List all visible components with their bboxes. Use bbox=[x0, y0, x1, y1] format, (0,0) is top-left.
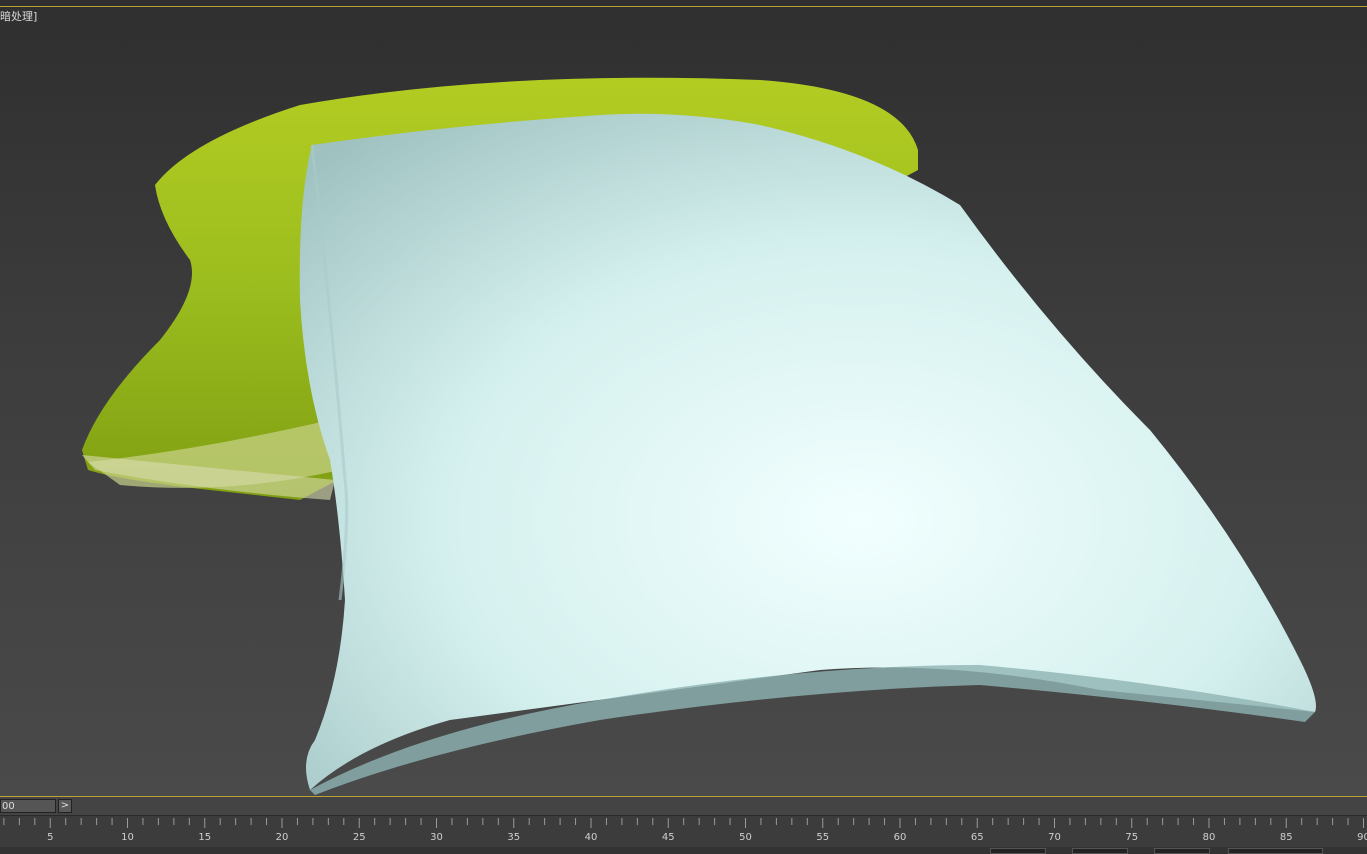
timeline-tick-label: 15 bbox=[198, 832, 211, 843]
viewport-label-bracket: ] bbox=[33, 10, 38, 23]
status-field-2[interactable] bbox=[1072, 848, 1128, 854]
timeline-tick-label: 85 bbox=[1280, 832, 1293, 843]
viewport-label[interactable]: 暗处理] bbox=[0, 8, 37, 24]
timeline-tick-label: 70 bbox=[1048, 832, 1061, 843]
time-slider-bar[interactable] bbox=[0, 797, 1367, 815]
timeline-tick-label: 75 bbox=[1125, 832, 1138, 843]
timeline-tick-label: 80 bbox=[1203, 832, 1216, 843]
status-field-3[interactable] bbox=[1154, 848, 1210, 854]
scene-render bbox=[82, 77, 1316, 795]
white-pillow bbox=[299, 113, 1316, 795]
timeline-tick-label: 45 bbox=[662, 832, 675, 843]
timeline-track[interactable]: 5 10 15 20 25 30 35 40 45 50 55 60 65 70 75 80 85 90 bbox=[0, 815, 1367, 848]
timeline-tick-label: 10 bbox=[121, 832, 134, 843]
timeline-tick-label: 25 bbox=[353, 832, 366, 843]
status-field-1[interactable] bbox=[990, 848, 1046, 854]
timeline-ruler: 5 10 15 20 25 30 35 40 45 50 55 60 65 70 75 80 85 90 bbox=[3, 818, 1367, 843]
timeline-tick-label: 30 bbox=[430, 832, 443, 843]
timeline-tick-label: 55 bbox=[816, 832, 829, 843]
timeline-tick-label: 60 bbox=[894, 832, 907, 843]
timeline-tick-label: 5 bbox=[47, 832, 53, 843]
timeline-tick-label: 90 bbox=[1357, 832, 1367, 843]
viewport-shading-label[interactable]: 暗处理 bbox=[0, 10, 33, 23]
timeline-tick-label: 40 bbox=[585, 832, 598, 843]
viewport[interactable] bbox=[0, 0, 1367, 797]
frame-counter[interactable]: 00 bbox=[0, 799, 56, 813]
timeline-tick-label: 50 bbox=[739, 832, 752, 843]
timeline-tick-label: 35 bbox=[507, 832, 520, 843]
status-field-4[interactable] bbox=[1228, 848, 1323, 854]
timeline-tick-label: 20 bbox=[276, 832, 289, 843]
viewport-top-border bbox=[0, 6, 1367, 7]
next-frame-button[interactable]: > bbox=[58, 799, 72, 813]
timeline-tick-label: 65 bbox=[971, 832, 984, 843]
